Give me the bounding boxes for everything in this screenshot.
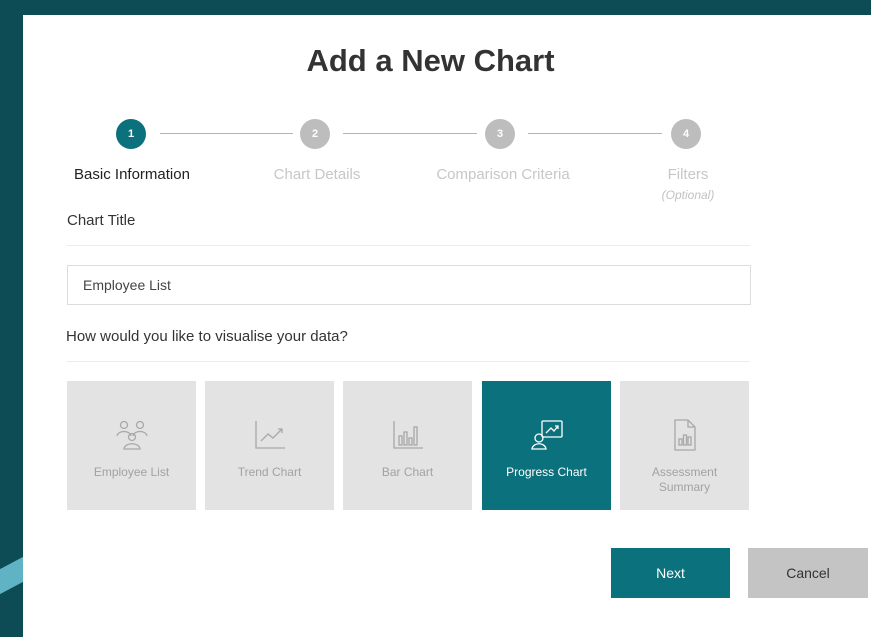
step-connector bbox=[528, 133, 662, 134]
chart-type-trend-chart[interactable]: Trend Chart bbox=[205, 381, 334, 510]
chart-title-label: Chart Title bbox=[67, 212, 136, 229]
document-chart-icon bbox=[673, 419, 696, 451]
chart-type-label: Progress Chart bbox=[506, 465, 587, 479]
chart-type-progress-chart[interactable]: Progress Chart bbox=[482, 381, 611, 510]
step-connector bbox=[343, 133, 477, 134]
bar-chart-icon bbox=[392, 421, 423, 449]
chart-type-label: Bar Chart bbox=[381, 465, 434, 479]
visualise-label: How would you like to visualise your dat… bbox=[66, 328, 348, 345]
step-1-indicator[interactable]: 1 bbox=[116, 119, 146, 149]
step-connector bbox=[160, 133, 293, 134]
trend-line-icon bbox=[254, 421, 285, 449]
step-2-indicator[interactable]: 2 bbox=[300, 119, 330, 149]
section-divider bbox=[67, 245, 750, 246]
step-1-label: Basic Information bbox=[74, 166, 190, 183]
chart-type-bar-chart[interactable]: Bar Chart bbox=[343, 381, 472, 510]
cancel-button[interactable]: Cancel bbox=[748, 548, 868, 598]
step-2-label: Chart Details bbox=[273, 166, 361, 183]
chart-title-input[interactable] bbox=[67, 265, 751, 305]
step-3-label: Comparison Criteria bbox=[436, 166, 570, 183]
modal-title: Add a New Chart bbox=[306, 43, 555, 78]
chart-type-assessment-summary[interactable]: Assessment Summary bbox=[620, 381, 749, 510]
chart-type-label: Trend Chart bbox=[237, 465, 302, 479]
chart-type-label: Assessment Summary bbox=[651, 465, 718, 494]
add-chart-modal: Add a New Chart 1 2 3 4 Basic Informatio… bbox=[23, 15, 871, 637]
chart-type-label: Employee List bbox=[93, 465, 170, 479]
people-icon bbox=[115, 420, 148, 450]
step-4-label: Filters bbox=[667, 166, 709, 183]
chart-type-employee-list[interactable]: Employee List bbox=[67, 381, 196, 510]
step-4-optional-note: (Optional) bbox=[661, 188, 715, 202]
next-button[interactable]: Next bbox=[611, 548, 730, 598]
section-divider bbox=[67, 361, 750, 362]
step-4-indicator[interactable]: 4 bbox=[671, 119, 701, 149]
step-3-indicator[interactable]: 3 bbox=[485, 119, 515, 149]
progress-chart-icon bbox=[530, 420, 563, 450]
